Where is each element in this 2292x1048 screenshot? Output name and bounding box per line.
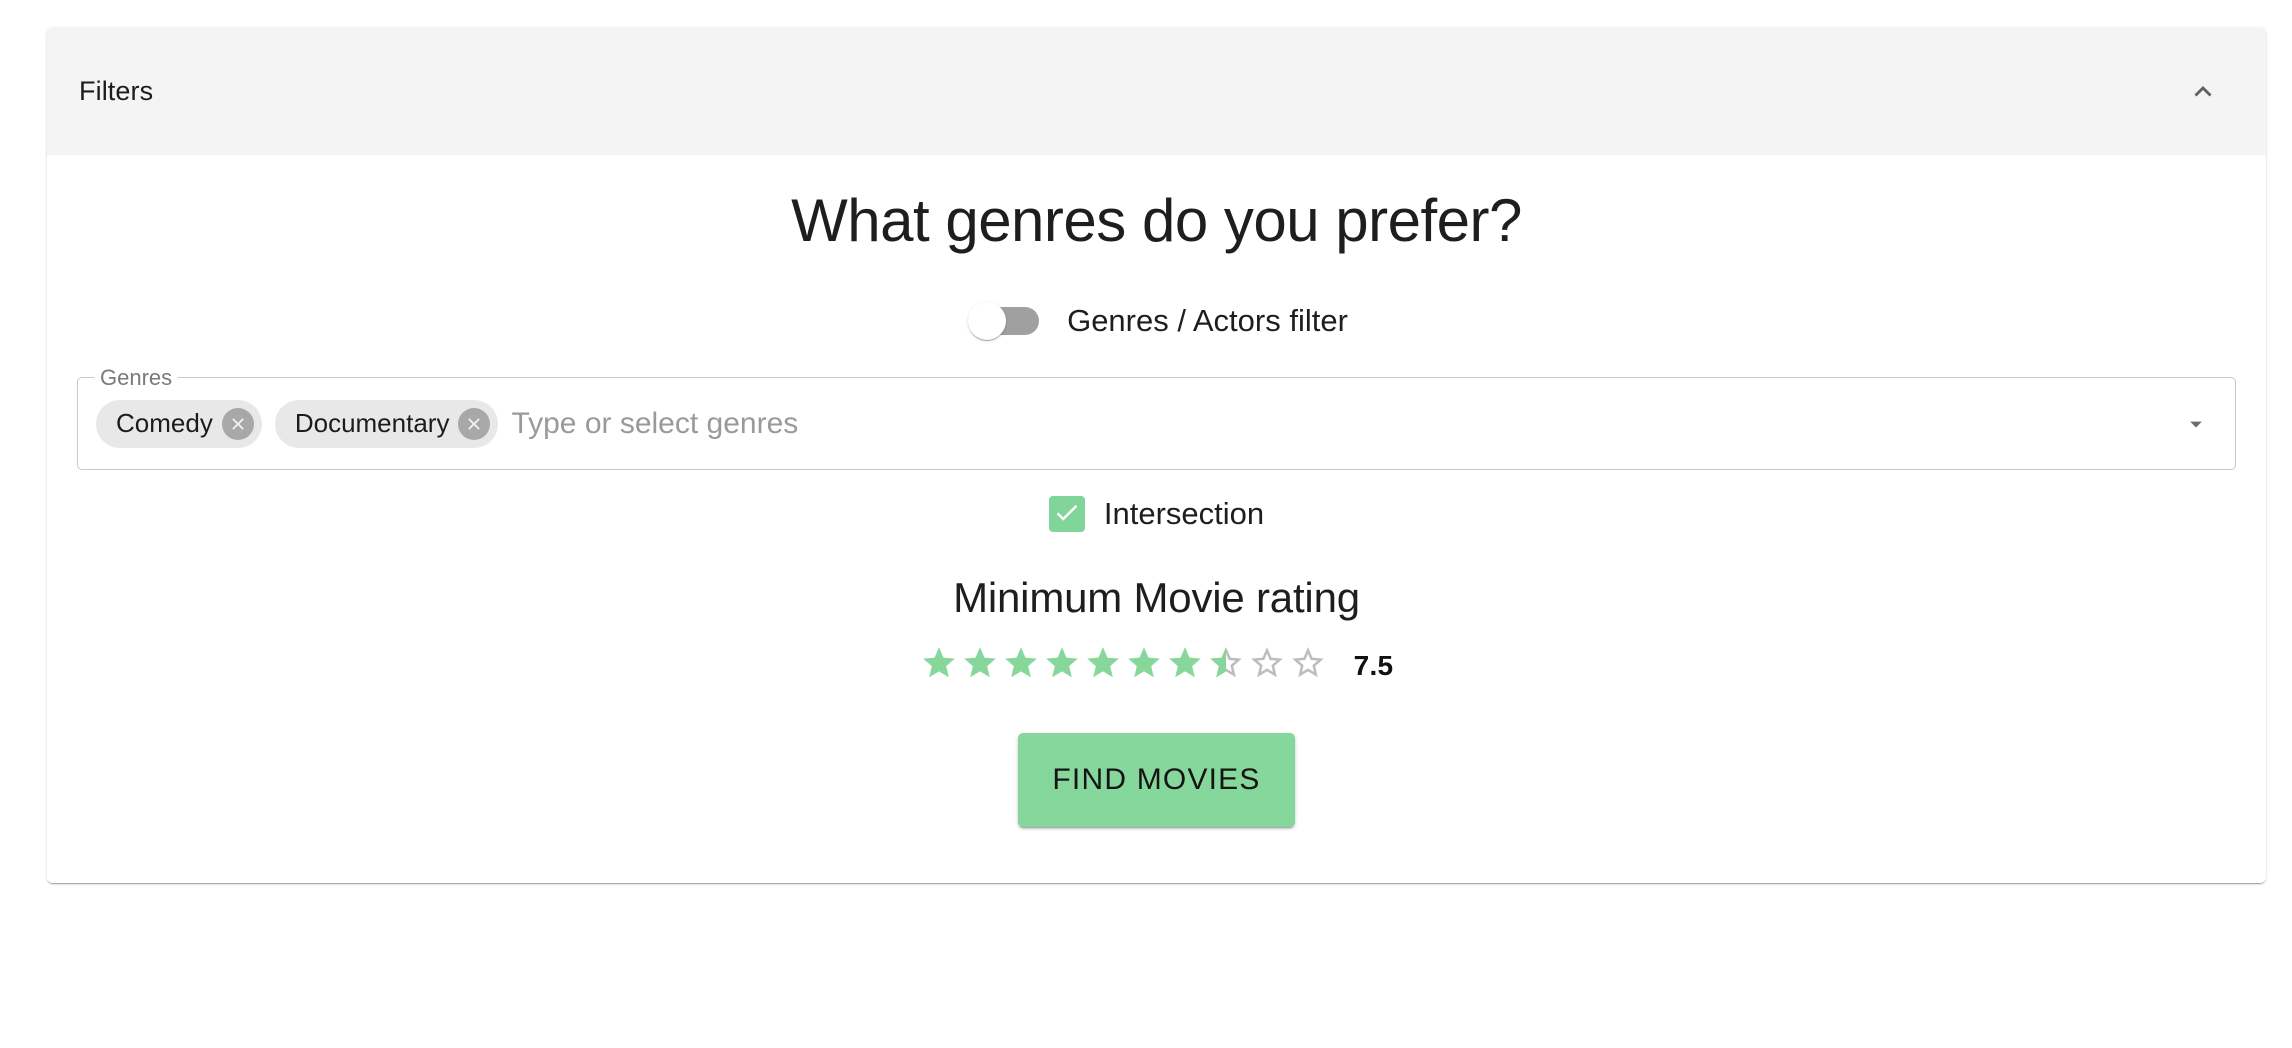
genre-chip-comedy[interactable]: Comedy (96, 400, 262, 448)
switch-thumb (968, 302, 1006, 340)
minimum-rating-row: 7.5 (77, 644, 2236, 687)
rating-value: 7.5 (1354, 650, 1394, 682)
filters-panel-body: What genres do you prefer? Genres / Acto… (47, 155, 2266, 883)
app-root: Filters What genres do you prefer? Genre… (0, 0, 2292, 1048)
genres-actors-filter-label: Genres / Actors filter (1067, 303, 1348, 339)
star-half-icon[interactable] (1207, 644, 1245, 687)
intersection-checkbox[interactable] (1049, 496, 1085, 532)
chip-label: Comedy (116, 408, 213, 439)
intersection-label: Intersection (1104, 496, 1264, 532)
filters-accordion-card: Filters What genres do you prefer? Genre… (47, 27, 2266, 883)
arrow-drop-down-icon[interactable] (2175, 403, 2217, 445)
star-empty-icon[interactable] (1248, 644, 1286, 687)
star-filled-icon[interactable] (961, 644, 999, 687)
genres-field-legend: Genres (94, 367, 178, 389)
star-filled-icon[interactable] (1125, 644, 1163, 687)
cancel-icon[interactable] (222, 408, 254, 440)
genres-question-heading: What genres do you prefer? (77, 155, 2236, 257)
star-filled-icon[interactable] (1043, 644, 1081, 687)
star-filled-icon[interactable] (1084, 644, 1122, 687)
intersection-row: Intersection (77, 496, 2236, 532)
filters-accordion-header[interactable]: Filters (47, 27, 2266, 155)
star-filled-icon[interactable] (1166, 644, 1204, 687)
collapse-toggle-button[interactable] (2174, 62, 2232, 120)
chevron-up-icon (2186, 74, 2220, 108)
submit-row: FIND MOVIES (77, 733, 2236, 827)
star-empty-icon[interactable] (1289, 644, 1327, 687)
find-movies-button[interactable]: FIND MOVIES (1018, 733, 1294, 827)
star-filled-icon[interactable] (1002, 644, 1040, 687)
page-title: Filters (79, 76, 2174, 107)
star-filled-icon[interactable] (920, 644, 958, 687)
chip-label: Documentary (295, 408, 450, 439)
checkbox-checked-icon (1052, 497, 1082, 532)
genres-autocomplete-field[interactable]: Genres Comedy Documentary (77, 377, 2236, 470)
genre-chip-documentary[interactable]: Documentary (275, 400, 499, 448)
genres-input[interactable] (511, 407, 2177, 441)
cancel-icon[interactable] (458, 408, 490, 440)
genres-actors-filter-switch[interactable] (965, 293, 1053, 349)
genres-actors-filter-row: Genres / Actors filter (77, 293, 2236, 349)
rating-stars[interactable] (920, 644, 1327, 687)
minimum-rating-heading: Minimum Movie rating (77, 532, 2236, 622)
